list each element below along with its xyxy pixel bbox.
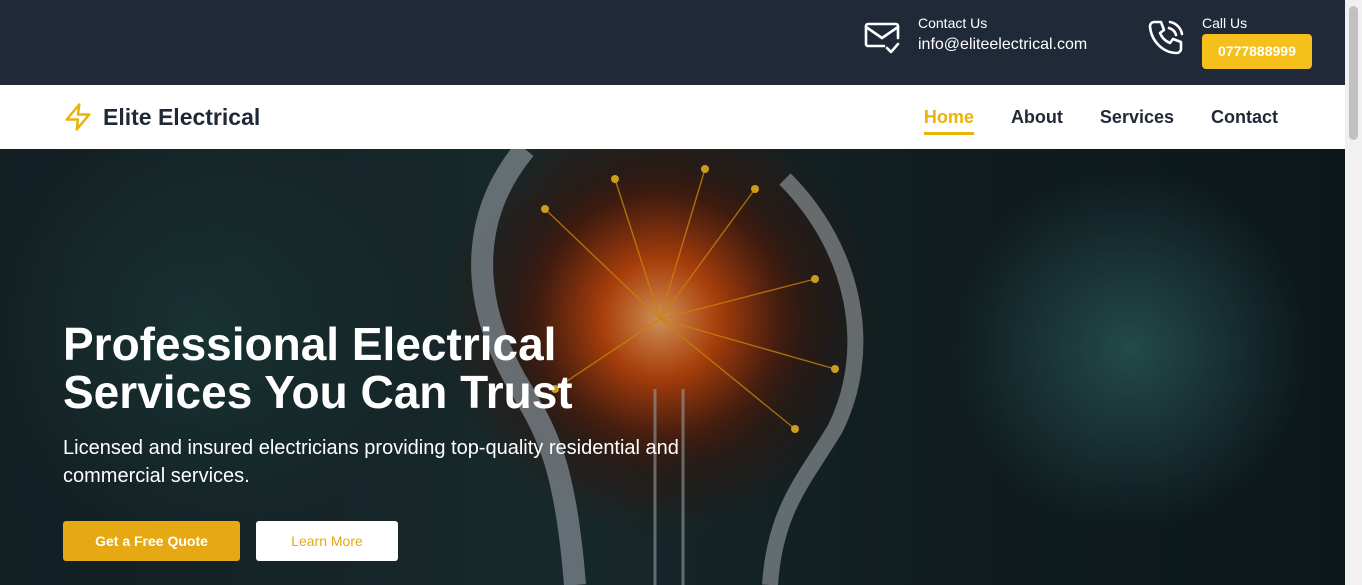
- hero-title-line2: Services You Can Trust: [63, 366, 573, 418]
- email-contact[interactable]: Contact Us info@eliteelectrical.com: [862, 14, 1087, 58]
- phone-number-button[interactable]: 0777888999: [1202, 34, 1312, 69]
- hero-subtitle-line2: commercial services.: [63, 465, 250, 487]
- learn-more-button[interactable]: Learn More: [256, 521, 398, 561]
- hero-section: Professional Electrical Services You Can…: [0, 149, 1345, 585]
- nav-home[interactable]: Home: [923, 105, 974, 135]
- phone-label: Call Us: [1202, 15, 1248, 31]
- phone-call-icon: [1148, 20, 1184, 55]
- lightning-bolt-icon: [65, 103, 91, 131]
- main-navbar: Elite Electrical Home About Services Con…: [0, 85, 1345, 149]
- top-contact-bar: Contact Us info@eliteelectrical.com Call…: [0, 0, 1345, 85]
- brand-name: Elite Electrical: [103, 103, 261, 130]
- mail-check-icon: [864, 22, 900, 54]
- hero-title-line1: Professional Electrical: [63, 318, 557, 370]
- brand-logo[interactable]: Elite Electrical: [63, 102, 260, 132]
- page-scrollbar[interactable]: [1345, 0, 1362, 585]
- nav-contact[interactable]: Contact: [1211, 105, 1278, 135]
- nav-services[interactable]: Services: [1100, 105, 1174, 135]
- email-value[interactable]: info@eliteelectrical.com: [918, 32, 1087, 58]
- scrollbar-thumb[interactable]: [1349, 6, 1358, 140]
- hero-subtitle: Licensed and insured electricians provid…: [63, 434, 763, 490]
- hero-title: Professional Electrical Services You Can…: [63, 320, 763, 416]
- hero-subtitle-line1: Licensed and insured electricians provid…: [63, 437, 679, 459]
- get-quote-button[interactable]: Get a Free Quote: [63, 521, 240, 561]
- email-label: Contact Us: [918, 15, 988, 31]
- phone-contact[interactable]: Call Us 0777888999: [1146, 14, 1312, 69]
- nav-menu: Home About Services Contact: [887, 105, 1278, 135]
- nav-about[interactable]: About: [1011, 105, 1063, 135]
